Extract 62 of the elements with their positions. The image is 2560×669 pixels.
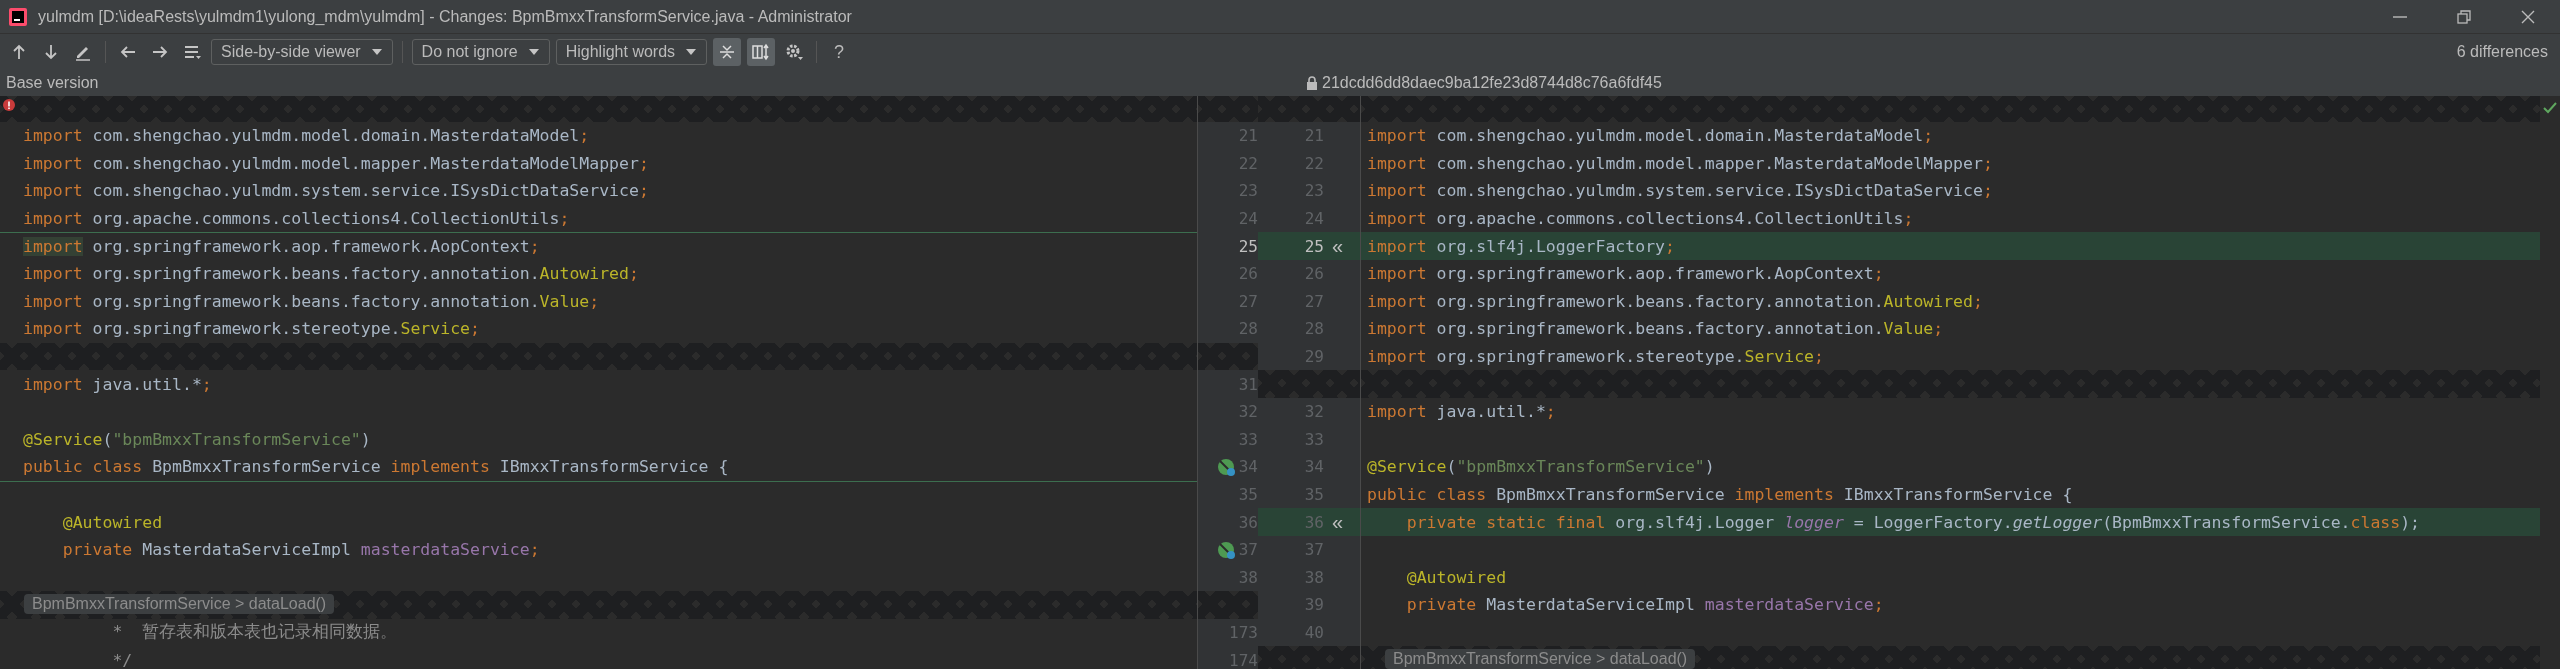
revision-hash: 21dcdd6dd8daec9ba12fe23d8744d8c76a6fdf45	[1322, 74, 1662, 92]
code-line: import com.shengchao.yulmdm.model.mapper.MasterdataModelMapper;	[23, 153, 649, 173]
settings-icon[interactable]	[785, 43, 804, 61]
bean-icon[interactable]	[1216, 540, 1235, 559]
lock-icon	[1306, 76, 1318, 90]
caret-icon	[527, 48, 540, 56]
line-number: 25	[1303, 236, 1324, 256]
dropdown[interactable]: Highlight words	[555, 39, 708, 65]
code-line: import org.springframework.beans.factory.annotation.Value;	[1367, 319, 1944, 339]
toggle-button[interactable]	[713, 38, 742, 66]
code-line: import org.apache.commons.collections4.CollectionUtils;	[1367, 209, 1914, 229]
code-line: import com.shengchao.yulmdm.model.domain.MasterdataModel;	[1367, 126, 1934, 146]
code-line: import org.slf4j.LoggerFactory;	[1367, 236, 1675, 256]
code-line: private MasterdataServiceImpl masterdataService;	[61, 540, 540, 560]
code-line: @Autowired	[61, 512, 163, 532]
dropdown[interactable]: Side-by-side viewer	[211, 39, 393, 65]
code-line: import com.shengchao.yulmdm.model.mapper.MasterdataModelMapper;	[1367, 153, 1993, 173]
caret-icon	[370, 48, 383, 56]
code-line: @Service("bpmBmxxTransformService")	[23, 429, 371, 449]
code-line: import java.util.*;	[1367, 402, 1556, 422]
code-line: import org.apache.commons.collections4.CollectionUtils;	[23, 209, 570, 229]
code-line: import org.springframework.beans.factory.annotation.Value;	[23, 291, 600, 311]
app-icon	[8, 6, 28, 27]
code-line: import com.shengchao.yulmdm.system.service.ISysDictDataService;	[1367, 181, 1993, 201]
code-line: import org.springframework.aop.framework.AopContext;	[1367, 264, 1884, 284]
breadcrumb[interactable]: BpmBmxxTransformService > dataLoad()	[1385, 649, 1696, 669]
code-line: public class BpmBmxxTransformService implements IBmxxTransformService {	[23, 457, 729, 477]
code-line: public class BpmBmxxTransformService implements IBmxxTransformService {	[1367, 485, 2073, 504]
dropdown[interactable]: Do not ignore	[411, 39, 550, 65]
window-title: yulmdm [D:\ideaRests\yulmdm1\yulong_mdm\yulmdm] - Changes: BpmBmxxTransformService.java - Administrator	[38, 7, 852, 26]
check-icon	[2542, 100, 2558, 114]
code-line: import com.shengchao.yulmdm.model.domain.MasterdataModel;	[23, 126, 590, 146]
down-arrow-icon[interactable]	[42, 43, 60, 61]
code-line: import java.util.*;	[23, 374, 212, 394]
code-line: @Service("bpmBmxxTransformService")	[1367, 457, 1715, 477]
code-line: */	[111, 650, 133, 669]
code-line: import org.springframework.stereotype.Service;	[23, 319, 480, 339]
code-line: import com.shengchao.yulmdm.system.service.ISysDictDataService;	[23, 181, 649, 201]
accept-change-button[interactable]: «	[1332, 512, 1344, 533]
toggle-button[interactable]	[747, 38, 776, 66]
code-line: import org.springframework.beans.factory.annotation.Autowired;	[23, 264, 639, 284]
line-number: 25	[1238, 236, 1258, 256]
code-line: import org.springframework.stereotype.Service;	[1367, 347, 1824, 367]
restore-icon[interactable]	[2456, 8, 2472, 25]
caret-icon	[685, 48, 698, 56]
help-button[interactable]: ?	[826, 41, 853, 63]
sync-scroll-icon	[752, 43, 771, 61]
close-icon[interactable]	[2520, 8, 2536, 25]
error-icon	[3, 99, 15, 111]
list-icon[interactable]	[183, 43, 201, 61]
differences-count: 6 differences	[2456, 43, 2548, 61]
code-line: @Autowired	[1405, 567, 1507, 587]
accept-change-button[interactable]: «	[1332, 236, 1344, 257]
version-label: Base version	[6, 74, 99, 91]
code-line: import org.springframework.aop.framework.AopContext;	[23, 236, 540, 256]
code-line: private static final org.slf4j.Logger logger = LoggerFactory.getLogger(BpmBmxxTransformService.class);	[1405, 512, 2421, 532]
breadcrumb[interactable]: BpmBmxxTransformService > dataLoad()	[24, 594, 335, 615]
code-line: import org.springframework.beans.factory.annotation.Autowired;	[1367, 291, 1983, 311]
bean-icon[interactable]	[1216, 457, 1235, 476]
code-line: private MasterdataServiceImpl masterdataService;	[1405, 595, 1884, 615]
code-line: * 暂存表和版本表也记录相同数据。	[111, 621, 398, 644]
collapse-icon	[718, 43, 737, 61]
